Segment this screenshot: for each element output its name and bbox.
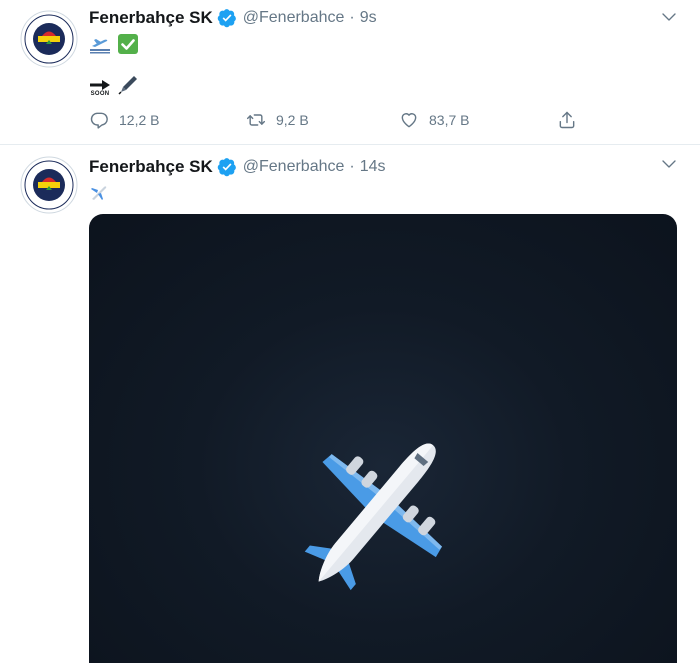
share-button[interactable] (557, 110, 577, 130)
like-count: 83,7 B (429, 112, 470, 128)
retweet-button[interactable]: 9,2 B (246, 110, 309, 130)
avatar[interactable] (20, 10, 78, 68)
soon-label: SOON (90, 90, 110, 97)
tweet[interactable]: Fenerbahçe SK @Fenerbahce · 9s SOON 12,2… (0, 0, 700, 145)
tweet-header: Fenerbahçe SK @Fenerbahce · 9s (89, 6, 377, 30)
share-icon (559, 111, 575, 129)
tweet-text (89, 182, 109, 207)
verified-icon (217, 9, 236, 28)
separator: · (349, 9, 355, 26)
separator: · (349, 158, 355, 175)
timestamp[interactable]: 9s (360, 9, 377, 27)
verified-icon (217, 158, 236, 177)
like-button[interactable]: 83,7 B (399, 110, 469, 130)
reply-button[interactable]: 12,2 B (89, 110, 159, 130)
chevron-down-icon[interactable] (660, 8, 678, 26)
soon-arrow-icon: SOON (89, 79, 111, 97)
display-name[interactable]: Fenerbahçe SK (89, 157, 213, 177)
timestamp[interactable]: 14s (360, 158, 386, 176)
retweet-count: 9,2 B (276, 112, 309, 128)
tweet-actions: 12,2 B 9,2 B 83,7 B (89, 110, 589, 134)
handle[interactable]: @Fenerbahce (243, 158, 345, 176)
reply-count: 12,2 B (119, 112, 160, 128)
departure-icon (89, 33, 111, 60)
tweet-header: Fenerbahçe SK @Fenerbahce · 14s (89, 155, 386, 179)
heart-icon (401, 113, 417, 128)
airplane-small-icon (89, 182, 109, 207)
retweet-icon (246, 114, 266, 126)
tweet-text-line-2: SOON (89, 74, 139, 101)
pen-icon (117, 74, 139, 101)
chevron-down-icon[interactable] (660, 155, 678, 173)
tweet[interactable]: Fenerbahçe SK @Fenerbahce · 14s (0, 146, 700, 663)
reply-icon (90, 112, 108, 129)
tweet-text (89, 33, 139, 60)
handle[interactable]: @Fenerbahce (243, 9, 345, 27)
display-name[interactable]: Fenerbahçe SK (89, 8, 213, 28)
airplane-icon (304, 443, 443, 591)
tweet-media[interactable] (89, 214, 677, 663)
check-mark-icon (117, 33, 139, 60)
avatar[interactable] (20, 156, 78, 214)
